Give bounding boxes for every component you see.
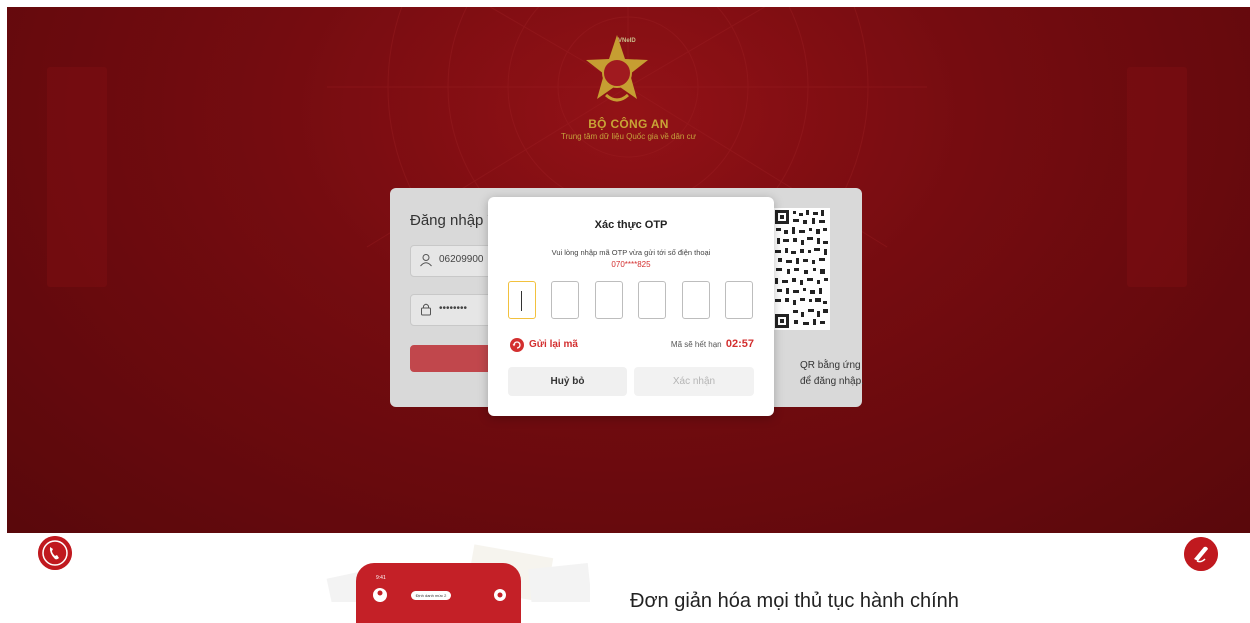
resend-code-label: Gửi lại mã (529, 339, 578, 350)
login-title: Đăng nhập V (410, 212, 498, 229)
qr-hint: QR bằng ứng để đăng nhập. (800, 358, 864, 390)
text-caret (521, 291, 522, 311)
otp-phone-number: 070****825 (611, 260, 651, 269)
otp-digit-3[interactable] (595, 281, 623, 319)
expiry-time: 02:57 (725, 338, 754, 350)
page-top-strip (0, 0, 1250, 7)
user-icon (420, 254, 432, 267)
phone-mockup: 9:41 Định danh mức 2 (356, 563, 521, 623)
qr-hint-line1: QR bằng ứng (800, 360, 861, 371)
otp-digit-6[interactable] (725, 281, 753, 319)
otp-modal-message: Vui lòng nhập mã OTP vừa gửi tới số điện… (551, 248, 711, 257)
expiry-label: Mã sẽ hết hạn (670, 340, 722, 349)
scan-icon (494, 589, 506, 601)
otp-digit-4[interactable] (638, 281, 666, 319)
book-icon[interactable] (1184, 537, 1218, 571)
phone-pill: Định danh mức 2 (411, 591, 451, 600)
otp-digit-2[interactable] (551, 281, 579, 319)
qr-hint-line2: để đăng nhập. (800, 376, 864, 387)
otp-modal-title: Xác thực OTP (594, 219, 668, 231)
otp-input-row (508, 281, 754, 321)
password-value: •••••••• (439, 303, 468, 314)
lock-icon (421, 303, 431, 316)
otp-digit-5[interactable] (682, 281, 710, 319)
cancel-button[interactable]: Huỷ bỏ (508, 367, 627, 396)
phone-icon[interactable] (38, 536, 72, 570)
expiry-timer: Mã sẽ hết hạn 02:57 (671, 338, 754, 350)
avatar (373, 588, 387, 602)
username-value: 06209900 (439, 254, 484, 265)
otp-modal: Xác thực OTP Vui lòng nhập mã OTP vừa gử… (488, 197, 774, 416)
qr-code-icon (773, 208, 830, 330)
otp-digit-1[interactable] (508, 281, 536, 319)
confirm-button[interactable]: Xác nhận (634, 367, 754, 396)
refresh-icon (510, 338, 524, 352)
phone-time: 9:41 (376, 575, 386, 581)
